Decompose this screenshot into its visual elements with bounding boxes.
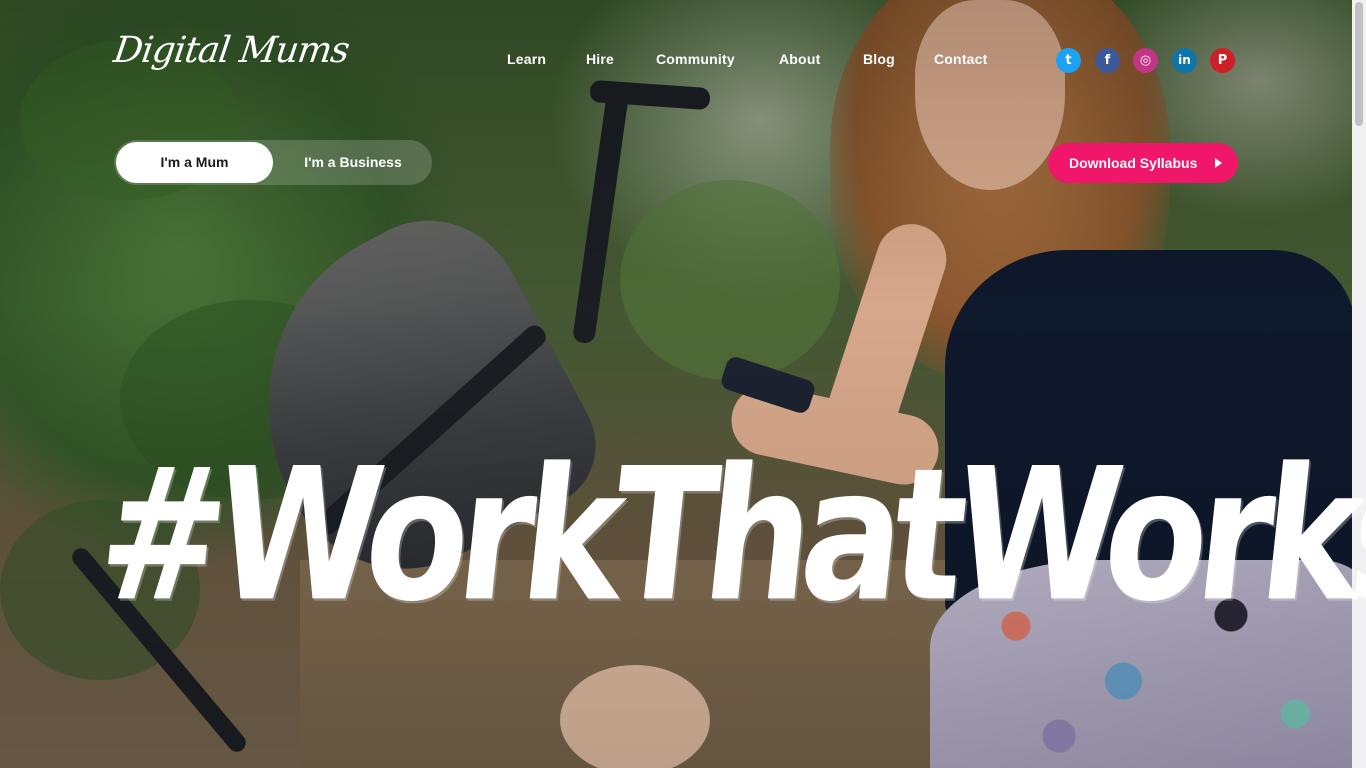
toggle-mum[interactable]: I'm a Mum — [116, 142, 273, 183]
site-logo[interactable]: Digital Mums — [111, 30, 351, 71]
nav-about[interactable]: About — [779, 51, 820, 67]
nav-contact[interactable]: Contact — [934, 51, 988, 67]
twitter-icon[interactable]: t — [1056, 48, 1081, 73]
scrollbar-thumb[interactable] — [1355, 2, 1363, 126]
hero-background-photo — [0, 0, 1352, 768]
overlay-shade — [0, 0, 1352, 768]
nav-community[interactable]: Community — [656, 51, 735, 67]
toggle-business[interactable]: I'm a Business — [278, 142, 428, 183]
download-syllabus-label: Download Syllabus — [1069, 155, 1198, 171]
download-syllabus-button[interactable]: Download Syllabus — [1048, 143, 1238, 183]
pinterest-icon[interactable]: P — [1210, 48, 1235, 73]
linkedin-icon[interactable]: in — [1172, 48, 1197, 73]
audience-toggle: I'm a Mum I'm a Business — [114, 140, 432, 185]
nav-blog[interactable]: Blog — [863, 51, 895, 67]
hero-headline: #WorkThatWorks — [89, 430, 1366, 643]
nav-hire[interactable]: Hire — [586, 51, 614, 67]
scrollbar[interactable] — [1352, 0, 1366, 768]
facebook-icon[interactable]: f — [1095, 48, 1120, 73]
nav-learn[interactable]: Learn — [507, 51, 546, 67]
play-arrow-icon — [1215, 158, 1222, 168]
instagram-icon[interactable]: ◎ — [1133, 48, 1158, 73]
